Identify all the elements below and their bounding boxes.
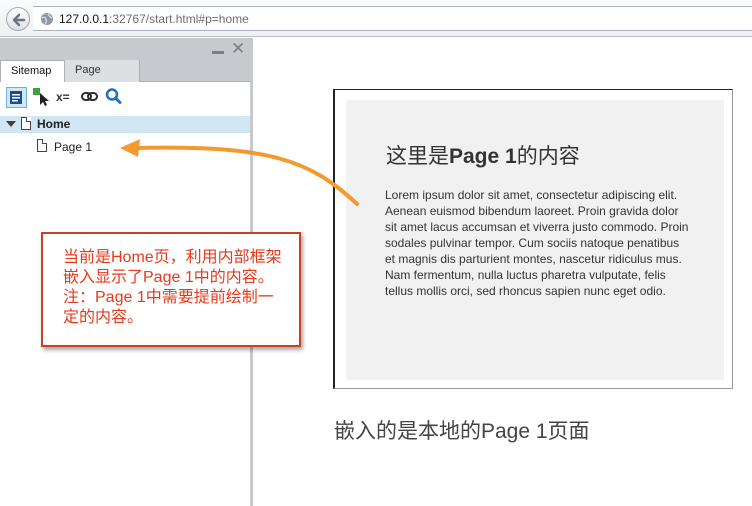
- link-icon: [81, 92, 98, 101]
- page-icon: [21, 117, 31, 130]
- search-button[interactable]: [104, 87, 125, 108]
- annotation-note: 当前是Home页，利用内部框架嵌入显示了Page 1中的内容。注：Page 1中…: [41, 232, 301, 347]
- sitemap-toolbar: x=: [0, 82, 250, 112]
- back-arrow-icon: [12, 13, 26, 27]
- close-icon[interactable]: ✕: [231, 40, 245, 57]
- embedded-page: 这里是Page 1的内容 Lorem ipsum dolor sit amet,…: [346, 100, 724, 380]
- globe-icon: [41, 13, 53, 25]
- panel-header: ✕: [0, 38, 250, 60]
- select-cursor-icon: [33, 88, 49, 106]
- expand-triangle-icon[interactable]: [6, 121, 16, 127]
- variables-icon[interactable]: x=: [56, 87, 77, 108]
- embedded-page-body: Lorem ipsum dolor sit amet, consectetur …: [385, 188, 689, 298]
- sitemap-view-button[interactable]: [6, 87, 27, 108]
- address-bar[interactable]: 127.0.0.1:32767/start.html#p=home: [33, 6, 752, 31]
- page-icon: [37, 139, 47, 152]
- frame-caption: 嵌入的是本地的Page 1页面: [334, 420, 590, 443]
- tree-item-home[interactable]: Home: [0, 116, 250, 133]
- tree-item-page-1[interactable]: Page 1: [0, 137, 250, 155]
- sitemap-view-icon: [10, 91, 22, 104]
- inline-frame: 这里是Page 1的内容 Lorem ipsum dolor sit amet,…: [333, 89, 733, 389]
- panel-tabs: Sitemap Page Notes: [0, 60, 250, 97]
- tab-sitemap[interactable]: Sitemap: [0, 60, 65, 82]
- tree-item-label: Home: [37, 117, 71, 131]
- url-text: 127.0.0.1:32767/start.html#p=home: [59, 12, 249, 26]
- minimize-icon[interactable]: [212, 51, 224, 54]
- back-button[interactable]: [6, 7, 30, 31]
- link-button[interactable]: [80, 87, 101, 108]
- tab-page-notes[interactable]: Page Notes: [65, 60, 140, 97]
- browser-toolbar: 127.0.0.1:32767/start.html#p=home: [0, 0, 752, 37]
- select-cursor-button[interactable]: [32, 87, 53, 108]
- tree-item-label: Page 1: [54, 140, 93, 154]
- search-icon: [105, 88, 122, 104]
- embedded-page-title: 这里是Page 1的内容: [386, 145, 580, 168]
